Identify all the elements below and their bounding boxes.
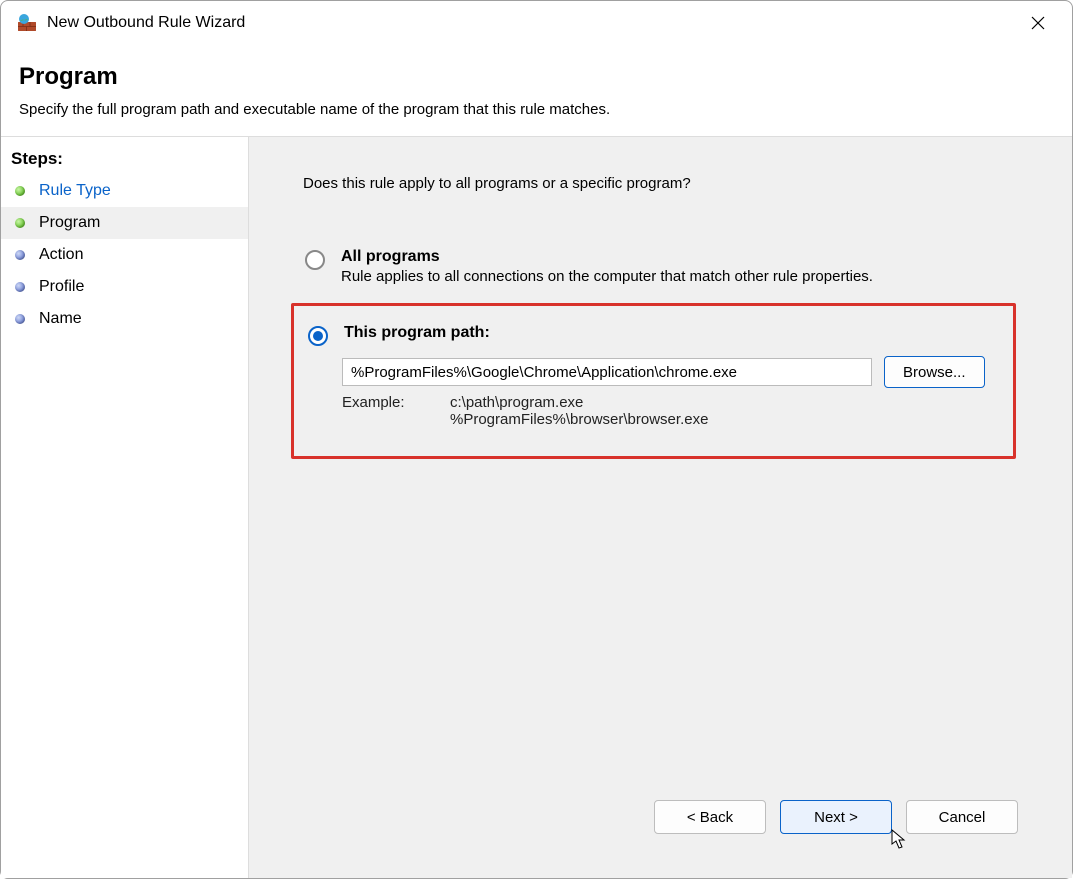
steps-sidebar: Steps: Rule Type Program Action Profile …: [1, 137, 249, 878]
cancel-button[interactable]: Cancel: [906, 800, 1018, 834]
step-profile[interactable]: Profile: [1, 271, 248, 303]
question-text: Does this rule apply to all programs or …: [303, 175, 1044, 192]
step-label: Name: [39, 310, 82, 328]
step-label: Action: [39, 246, 83, 264]
steps-heading: Steps:: [1, 141, 248, 175]
step-dot-icon: [15, 186, 25, 196]
page-subtitle: Specify the full program path and execut…: [19, 101, 1054, 118]
page-title: Program: [19, 63, 1054, 91]
highlight-annotation: This program path: Browse... Example: c:…: [291, 303, 1016, 459]
option-all-title: All programs: [341, 248, 1042, 266]
wizard-header: Program Specify the full program path an…: [1, 45, 1072, 137]
titlebar: New Outbound Rule Wizard: [1, 1, 1072, 45]
close-button[interactable]: [1016, 6, 1060, 40]
wizard-body: Steps: Rule Type Program Action Profile …: [1, 137, 1072, 878]
program-path-input[interactable]: [342, 358, 872, 386]
step-program[interactable]: Program: [1, 207, 248, 239]
step-dot-icon: [15, 250, 25, 260]
example-lines: c:\path\program.exe %ProgramFiles%\brows…: [450, 394, 708, 428]
wizard-content: Does this rule apply to all programs or …: [249, 137, 1072, 878]
wizard-footer: < Back Next > Cancel: [303, 786, 1044, 858]
window-title: New Outbound Rule Wizard: [47, 14, 245, 32]
radio-all-programs[interactable]: [305, 250, 325, 270]
step-dot-icon: [15, 314, 25, 324]
example-label: Example:: [342, 394, 450, 428]
browse-button[interactable]: Browse...: [884, 356, 985, 388]
option-all-programs[interactable]: All programs Rule applies to all connect…: [303, 248, 1044, 285]
option-all-desc: Rule applies to all connections on the c…: [341, 268, 1042, 285]
radio-this-program[interactable]: [308, 326, 328, 346]
close-icon: [1031, 16, 1045, 30]
step-label: Program: [39, 214, 100, 232]
option-this-program[interactable]: This program path:: [306, 324, 1001, 346]
step-label: Rule Type: [39, 182, 111, 200]
option-this-title: This program path:: [344, 324, 999, 342]
step-action[interactable]: Action: [1, 239, 248, 271]
step-label: Profile: [39, 278, 84, 296]
step-dot-icon: [15, 282, 25, 292]
step-name[interactable]: Name: [1, 303, 248, 335]
back-button[interactable]: < Back: [654, 800, 766, 834]
step-rule-type[interactable]: Rule Type: [1, 175, 248, 207]
next-button[interactable]: Next >: [780, 800, 892, 834]
firewall-icon: [17, 13, 37, 33]
step-dot-icon: [15, 218, 25, 228]
